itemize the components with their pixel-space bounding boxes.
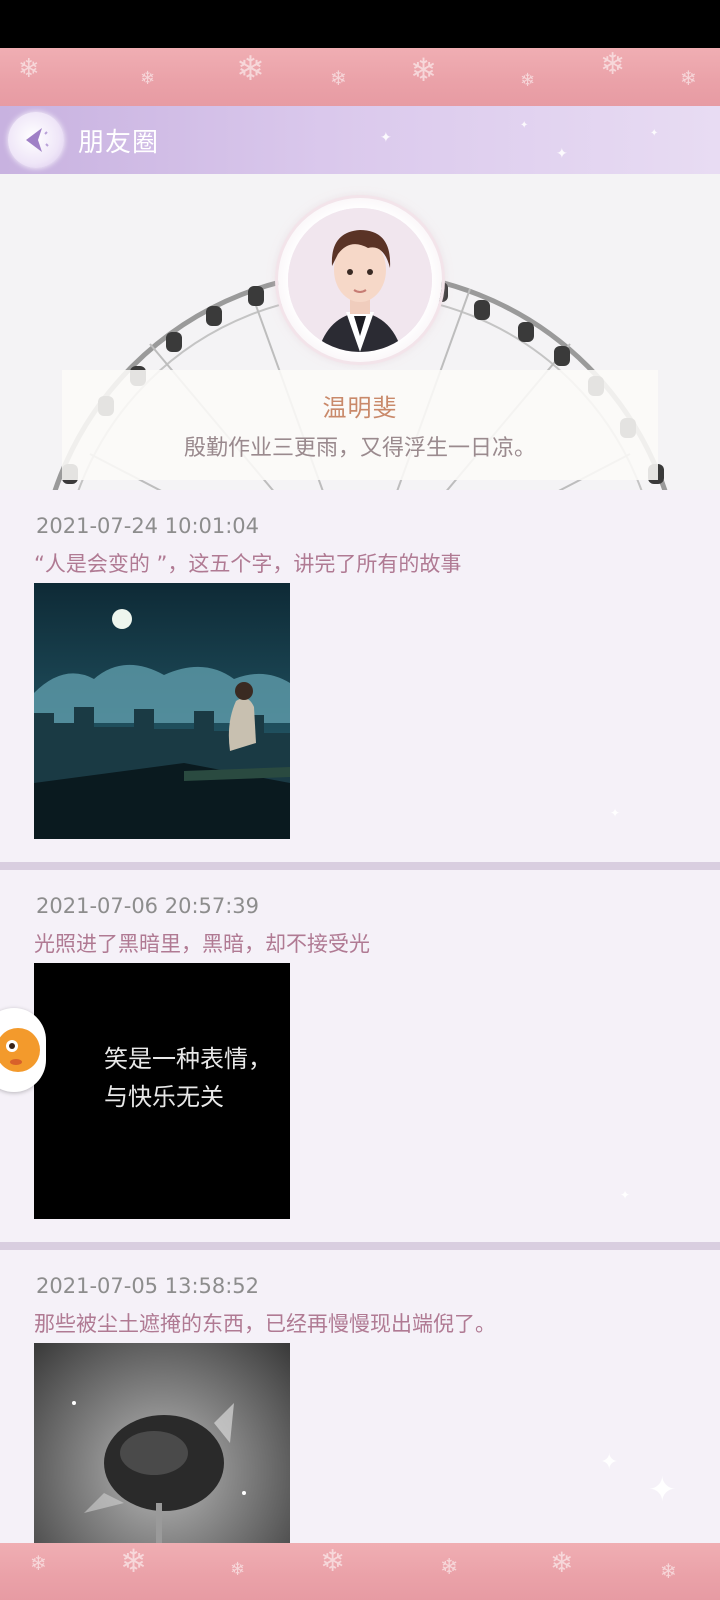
sparkle-icon: ✦ bbox=[520, 120, 529, 131]
snowflake-icon: ❄ bbox=[410, 51, 437, 89]
snowflake-icon: ❄ bbox=[600, 48, 626, 82]
sparkle-icon: ✦ bbox=[620, 1188, 631, 1202]
post-text: 光照进了黑暗里，黑暗，却不接受光 bbox=[34, 932, 370, 956]
pet-shortcut-button[interactable] bbox=[0, 1008, 46, 1092]
avatar-image bbox=[288, 208, 432, 352]
snowflake-icon: ❄ bbox=[30, 1551, 47, 1575]
moments-feed[interactable]: 2021-07-24 10:01:04 “人是会变的 ”，这五个字，讲完了所有的… bbox=[0, 490, 720, 1543]
snowflake-icon: ❄ bbox=[520, 70, 536, 91]
post-timestamp: 2021-07-05 13:58:52 bbox=[36, 1274, 260, 1298]
snowflake-banner-top: ❄ ❄ ❄ ❄ ❄ ❄ ❄ ❄ bbox=[0, 48, 720, 106]
status-bar bbox=[0, 0, 720, 48]
snowflake-icon: ❄ bbox=[120, 1543, 147, 1580]
profile-header: 温明斐 殷勤作业三更雨，又得浮生一日凉。 bbox=[0, 174, 720, 490]
sparkle-icon: ✦ bbox=[648, 1470, 677, 1510]
post-timestamp: 2021-07-06 20:57:39 bbox=[36, 894, 260, 918]
sparkle-icon: ✦ bbox=[556, 146, 568, 162]
post-divider bbox=[0, 1242, 720, 1250]
snowflake-icon: ❄ bbox=[18, 54, 40, 84]
snowflake-icon: ❄ bbox=[680, 66, 697, 90]
profile-card: 温明斐 殷勤作业三更雨，又得浮生一日凉。 bbox=[62, 370, 658, 480]
back-button[interactable] bbox=[8, 112, 64, 168]
profile-signature: 殷勤作业三更雨，又得浮生一日凉。 bbox=[183, 436, 536, 461]
post-image[interactable] bbox=[34, 583, 290, 839]
post-timestamp: 2021-07-24 10:01:04 bbox=[36, 514, 260, 538]
sparkle-icon: ✦ bbox=[380, 130, 392, 146]
sparkle-icon: ✦ bbox=[650, 128, 659, 139]
profile-name: 温明斐 bbox=[322, 394, 398, 422]
image-caption-line-2: 与快乐无关 bbox=[104, 1083, 224, 1111]
app-header: 朋友圈 ✦ ✦ ✦ ✦ bbox=[0, 106, 720, 174]
snowflake-icon: ❄ bbox=[440, 1555, 459, 1580]
post-divider bbox=[0, 862, 720, 870]
post-text: 那些被尘土遮掩的东西，已经再慢慢现出端倪了。 bbox=[34, 1312, 496, 1336]
post-image[interactable] bbox=[34, 1343, 290, 1543]
pet-shortcut-icon bbox=[0, 1028, 40, 1072]
snowflake-icon: ❄ bbox=[550, 1546, 574, 1579]
snowflake-banner-bottom: ❄ ❄ ❄ ❄ ❄ ❄ ❄ bbox=[0, 1543, 720, 1600]
post-image[interactable]: 笑是一种表情， 与快乐无关 bbox=[34, 963, 290, 1219]
post-text: “人是会变的 ”，这五个字，讲完了所有的故事 bbox=[34, 552, 462, 576]
image-caption-line-1: 笑是一种表情， bbox=[104, 1045, 272, 1073]
avatar[interactable] bbox=[278, 198, 442, 362]
page-title: 朋友圈 bbox=[78, 128, 160, 158]
back-arrow-icon bbox=[26, 128, 49, 152]
moment-post: 2021-07-06 20:57:39 光照进了黑暗里，黑暗，却不接受光 笑是一… bbox=[0, 870, 720, 1242]
snowflake-icon: ❄ bbox=[236, 49, 265, 89]
moment-post: 2021-07-05 13:58:52 那些被尘土遮掩的东西，已经再慢慢现出端倪… bbox=[0, 1250, 720, 1543]
sparkle-icon: ✦ bbox=[600, 1450, 619, 1475]
snowflake-icon: ❄ bbox=[140, 68, 156, 89]
snowflake-icon: ❄ bbox=[230, 1559, 246, 1580]
snowflake-icon: ❄ bbox=[660, 1559, 677, 1583]
snowflake-icon: ❄ bbox=[330, 66, 347, 90]
moment-post: 2021-07-24 10:01:04 “人是会变的 ”，这五个字，讲完了所有的… bbox=[0, 490, 720, 862]
snowflake-icon: ❄ bbox=[320, 1544, 346, 1579]
sparkle-icon: ✦ bbox=[610, 806, 621, 820]
